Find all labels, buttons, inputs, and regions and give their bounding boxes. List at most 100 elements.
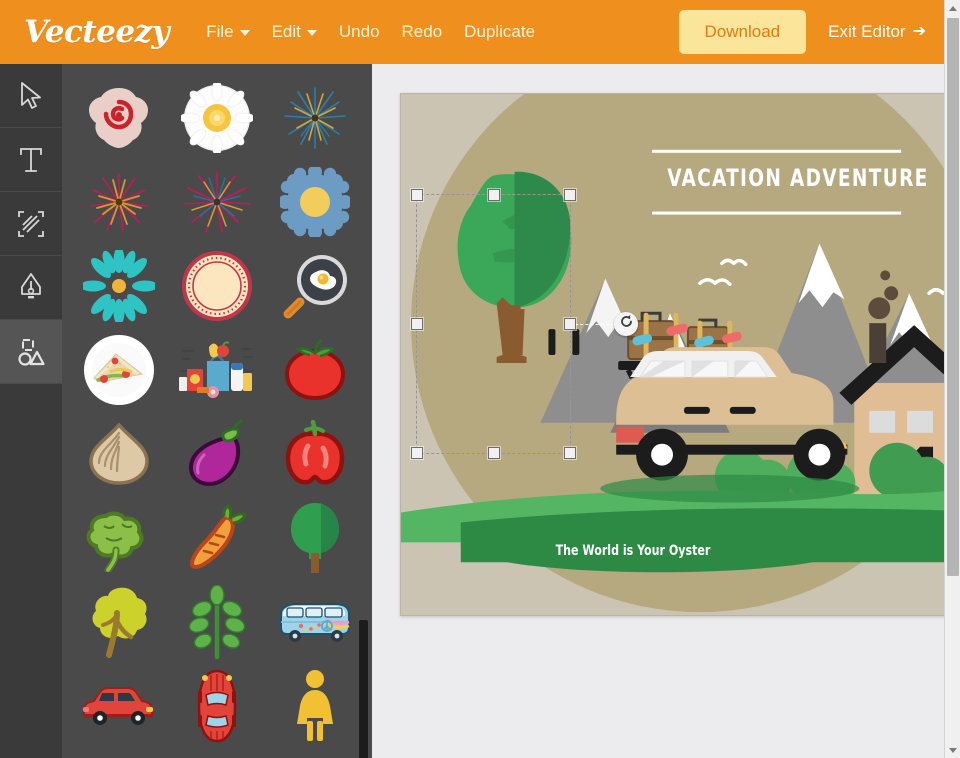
asset-grocery-bag[interactable]: [168, 328, 266, 412]
tree-green-icon: [285, 501, 345, 575]
pen-tool[interactable]: [0, 256, 62, 320]
vecteezy-editor: Vecteezy File Edit Undo Redo Duplicate D…: [0, 0, 960, 758]
exit-editor-label: Exit Editor: [828, 22, 906, 41]
menu-file-label: File: [206, 22, 234, 41]
asset-grid: [62, 64, 372, 756]
menu-edit[interactable]: Edit: [261, 16, 328, 48]
camper-van-icon: [275, 596, 355, 648]
asset-panel-scrollbar[interactable]: [359, 620, 368, 758]
text-tool[interactable]: [0, 128, 62, 192]
asset-eggplant[interactable]: [168, 412, 266, 496]
page-scrollbar[interactable]: [944, 0, 960, 758]
menu-file[interactable]: File: [195, 16, 260, 48]
asset-red-bell-pepper[interactable]: [266, 412, 364, 496]
car-top-icon: [194, 669, 240, 743]
asset-leafy-plant[interactable]: [168, 580, 266, 664]
firework-red-gold-icon: [83, 166, 155, 238]
asset-yellow-tree[interactable]: [70, 580, 168, 664]
scroll-up-button[interactable]: [945, 0, 960, 16]
asset-red-car-top[interactable]: [168, 664, 266, 748]
app-logo[interactable]: Vecteezy: [24, 14, 170, 50]
firework-blue-icon: [279, 82, 351, 154]
asset-daisy-white-flower[interactable]: [168, 76, 266, 160]
download-button[interactable]: Download: [678, 10, 807, 54]
grocery-shopping-icon: [179, 337, 255, 403]
asset-onion[interactable]: [70, 412, 168, 496]
rotate-ccw-icon: [619, 314, 634, 334]
eggplant-icon: [186, 419, 248, 489]
daisy-white-icon: [181, 83, 253, 153]
tree-yellow-icon: [87, 585, 151, 659]
resize-handle-nw[interactable]: [411, 189, 423, 201]
plant-leaves-icon: [186, 585, 248, 659]
resize-handle-e[interactable]: [564, 318, 576, 330]
app-header: Vecteezy File Edit Undo Redo Duplicate D…: [0, 0, 944, 64]
daisy-blue-icon: [280, 167, 350, 237]
rotate-handle[interactable]: [614, 312, 638, 336]
crop-transform-icon: [16, 209, 46, 239]
menu-redo[interactable]: Redo: [391, 16, 454, 48]
tomato-icon: [281, 337, 349, 403]
bell-pepper-icon: [282, 420, 348, 488]
broccoli-icon: [86, 504, 152, 572]
asset-blue-daisy-flower[interactable]: [266, 160, 364, 244]
asset-red-car-side[interactable]: [70, 664, 168, 748]
pen-nib-icon: [19, 272, 43, 304]
asset-carrot[interactable]: [168, 496, 266, 580]
asset-decorative-round-frame[interactable]: [168, 244, 266, 328]
onion-icon: [85, 423, 153, 485]
tool-sidebar: [0, 64, 62, 758]
asset-camper-van[interactable]: [266, 580, 364, 664]
asset-woman-figure[interactable]: [266, 664, 364, 748]
chevron-down-icon: [306, 30, 317, 36]
resize-handle-s[interactable]: [487, 447, 500, 459]
asset-sandwich-plate[interactable]: [70, 328, 168, 412]
scroll-thumb[interactable]: [947, 18, 959, 576]
resize-handle-sw[interactable]: [411, 447, 423, 459]
person-woman-icon: [289, 669, 341, 743]
asset-tomato[interactable]: [266, 328, 364, 412]
round-frame-icon: [181, 251, 253, 321]
chevron-down-icon: [239, 30, 250, 36]
exit-editor-button[interactable]: Exit Editor ➔: [828, 22, 926, 42]
cursor-arrow-icon: [18, 81, 44, 111]
resize-handle-se[interactable]: [564, 447, 576, 459]
resize-handle-n[interactable]: [487, 189, 500, 201]
shapes-icon: [15, 336, 47, 368]
scroll-down-arrow-icon: [949, 747, 957, 753]
asset-fried-egg-pan[interactable]: [266, 244, 364, 328]
asset-teal-daisy-flower[interactable]: [70, 244, 168, 328]
menu-duplicate[interactable]: Duplicate: [453, 16, 546, 48]
asset-blue-firework[interactable]: [266, 76, 364, 160]
asset-red-gold-firework[interactable]: [70, 160, 168, 244]
sandwich-plate-icon: [82, 334, 156, 406]
poster-title: VACATION ADVENTURE: [667, 164, 929, 192]
asset-broccoli[interactable]: [70, 496, 168, 580]
main-menu: File Edit Undo Redo Duplicate: [195, 16, 546, 48]
asset-green-tree[interactable]: [266, 496, 364, 580]
scroll-down-button[interactable]: [945, 742, 960, 758]
select-tool[interactable]: [0, 64, 62, 128]
carrot-icon: [186, 503, 248, 573]
text-t-icon: [17, 145, 45, 175]
menu-undo[interactable]: Undo: [328, 16, 391, 48]
arrow-right-icon: ➔: [912, 23, 926, 40]
resize-handle-ne[interactable]: [564, 189, 576, 201]
asset-library-panel: [62, 64, 372, 758]
asset-rose-flower[interactable]: [70, 76, 168, 160]
header-actions: Download Exit Editor ➔: [678, 10, 935, 54]
firework-multicolor-icon: [180, 166, 254, 238]
design-canvas[interactable]: VACATION ADVENTURE The World is Your Oys…: [400, 93, 944, 616]
canvas-workspace[interactable]: VACATION ADVENTURE The World is Your Oys…: [372, 64, 944, 758]
car-side-icon: [80, 684, 158, 728]
frying-pan-egg-icon: [280, 252, 350, 320]
daisy-teal-icon: [83, 250, 155, 322]
resize-handle-w[interactable]: [411, 318, 423, 330]
asset-multicolor-firework[interactable]: [168, 160, 266, 244]
shapes-tool[interactable]: [0, 320, 62, 384]
rose-icon: [83, 84, 155, 152]
menu-edit-label: Edit: [271, 22, 301, 41]
poster-subtitle: The World is Your Oyster: [555, 543, 711, 559]
crop-tool[interactable]: [0, 192, 62, 256]
scroll-up-arrow-icon: [949, 5, 957, 11]
